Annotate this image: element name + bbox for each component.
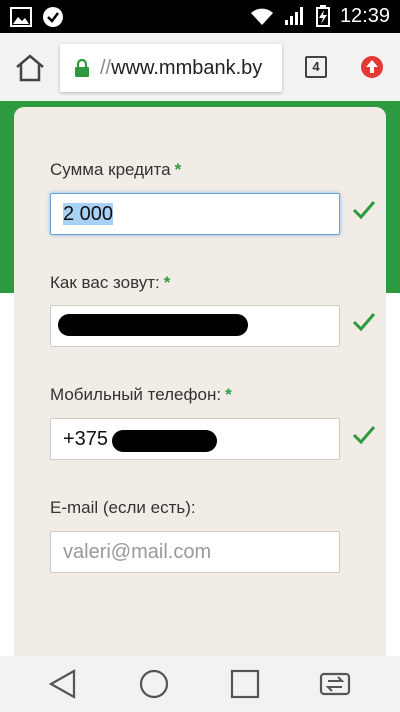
loan-amount-label: Сумма кредита * — [50, 160, 181, 180]
email-label: E-mail (если есть): — [50, 498, 196, 517]
name-label-text: Как вас зовут: — [50, 273, 160, 292]
wifi-icon — [250, 8, 273, 25]
url-host: www.mmbank.by — [111, 56, 263, 79]
loan-amount-label-text: Сумма кредита — [50, 160, 171, 179]
recent-apps-icon[interactable] — [228, 668, 262, 700]
back-icon[interactable] — [46, 668, 80, 700]
required-mark: * — [174, 160, 182, 179]
clock: 12:39 — [339, 5, 390, 27]
loan-amount-input[interactable]: 2 000 — [50, 193, 340, 235]
tab-switcher-button[interactable]: 4 — [305, 56, 327, 78]
image-notification-icon — [10, 7, 32, 27]
lock-icon — [75, 58, 89, 77]
valid-check-icon — [352, 313, 376, 332]
address-bar[interactable]: //www.mmbank.by — [60, 44, 282, 92]
phone-label-text: Мобильный телефон: — [50, 385, 222, 404]
phone-label: Мобильный телефон: * — [50, 385, 232, 405]
switch-apps-icon[interactable] — [318, 668, 352, 700]
required-mark: * — [225, 385, 232, 404]
url-scheme: // — [100, 56, 112, 79]
url-text: //www.mmbank.by — [100, 57, 262, 80]
home-circle-icon[interactable] — [137, 668, 171, 700]
check-circle-notification-icon — [43, 7, 63, 27]
required-mark: * — [163, 273, 171, 292]
redacted-name — [58, 314, 248, 336]
loan-amount-value: 2 000 — [63, 203, 114, 225]
name-label: Как вас зовут: * — [50, 273, 170, 293]
home-icon[interactable] — [14, 53, 46, 83]
system-nav-bar — [0, 656, 400, 712]
signal-icon — [284, 7, 303, 25]
email-placeholder: valeri@mail.com — [63, 541, 212, 563]
battery-charging-icon — [315, 5, 330, 27]
browser-toolbar: //www.mmbank.by 4 — [0, 33, 400, 101]
status-bar: 12:39 — [0, 0, 400, 33]
update-icon[interactable] — [360, 55, 384, 79]
valid-check-icon — [352, 426, 376, 445]
valid-check-icon — [352, 201, 376, 220]
loan-form-card — [14, 107, 386, 656]
redacted-phone — [112, 430, 217, 452]
phone-value: +375 — [63, 428, 109, 450]
email-input[interactable]: valeri@mail.com — [50, 531, 340, 573]
